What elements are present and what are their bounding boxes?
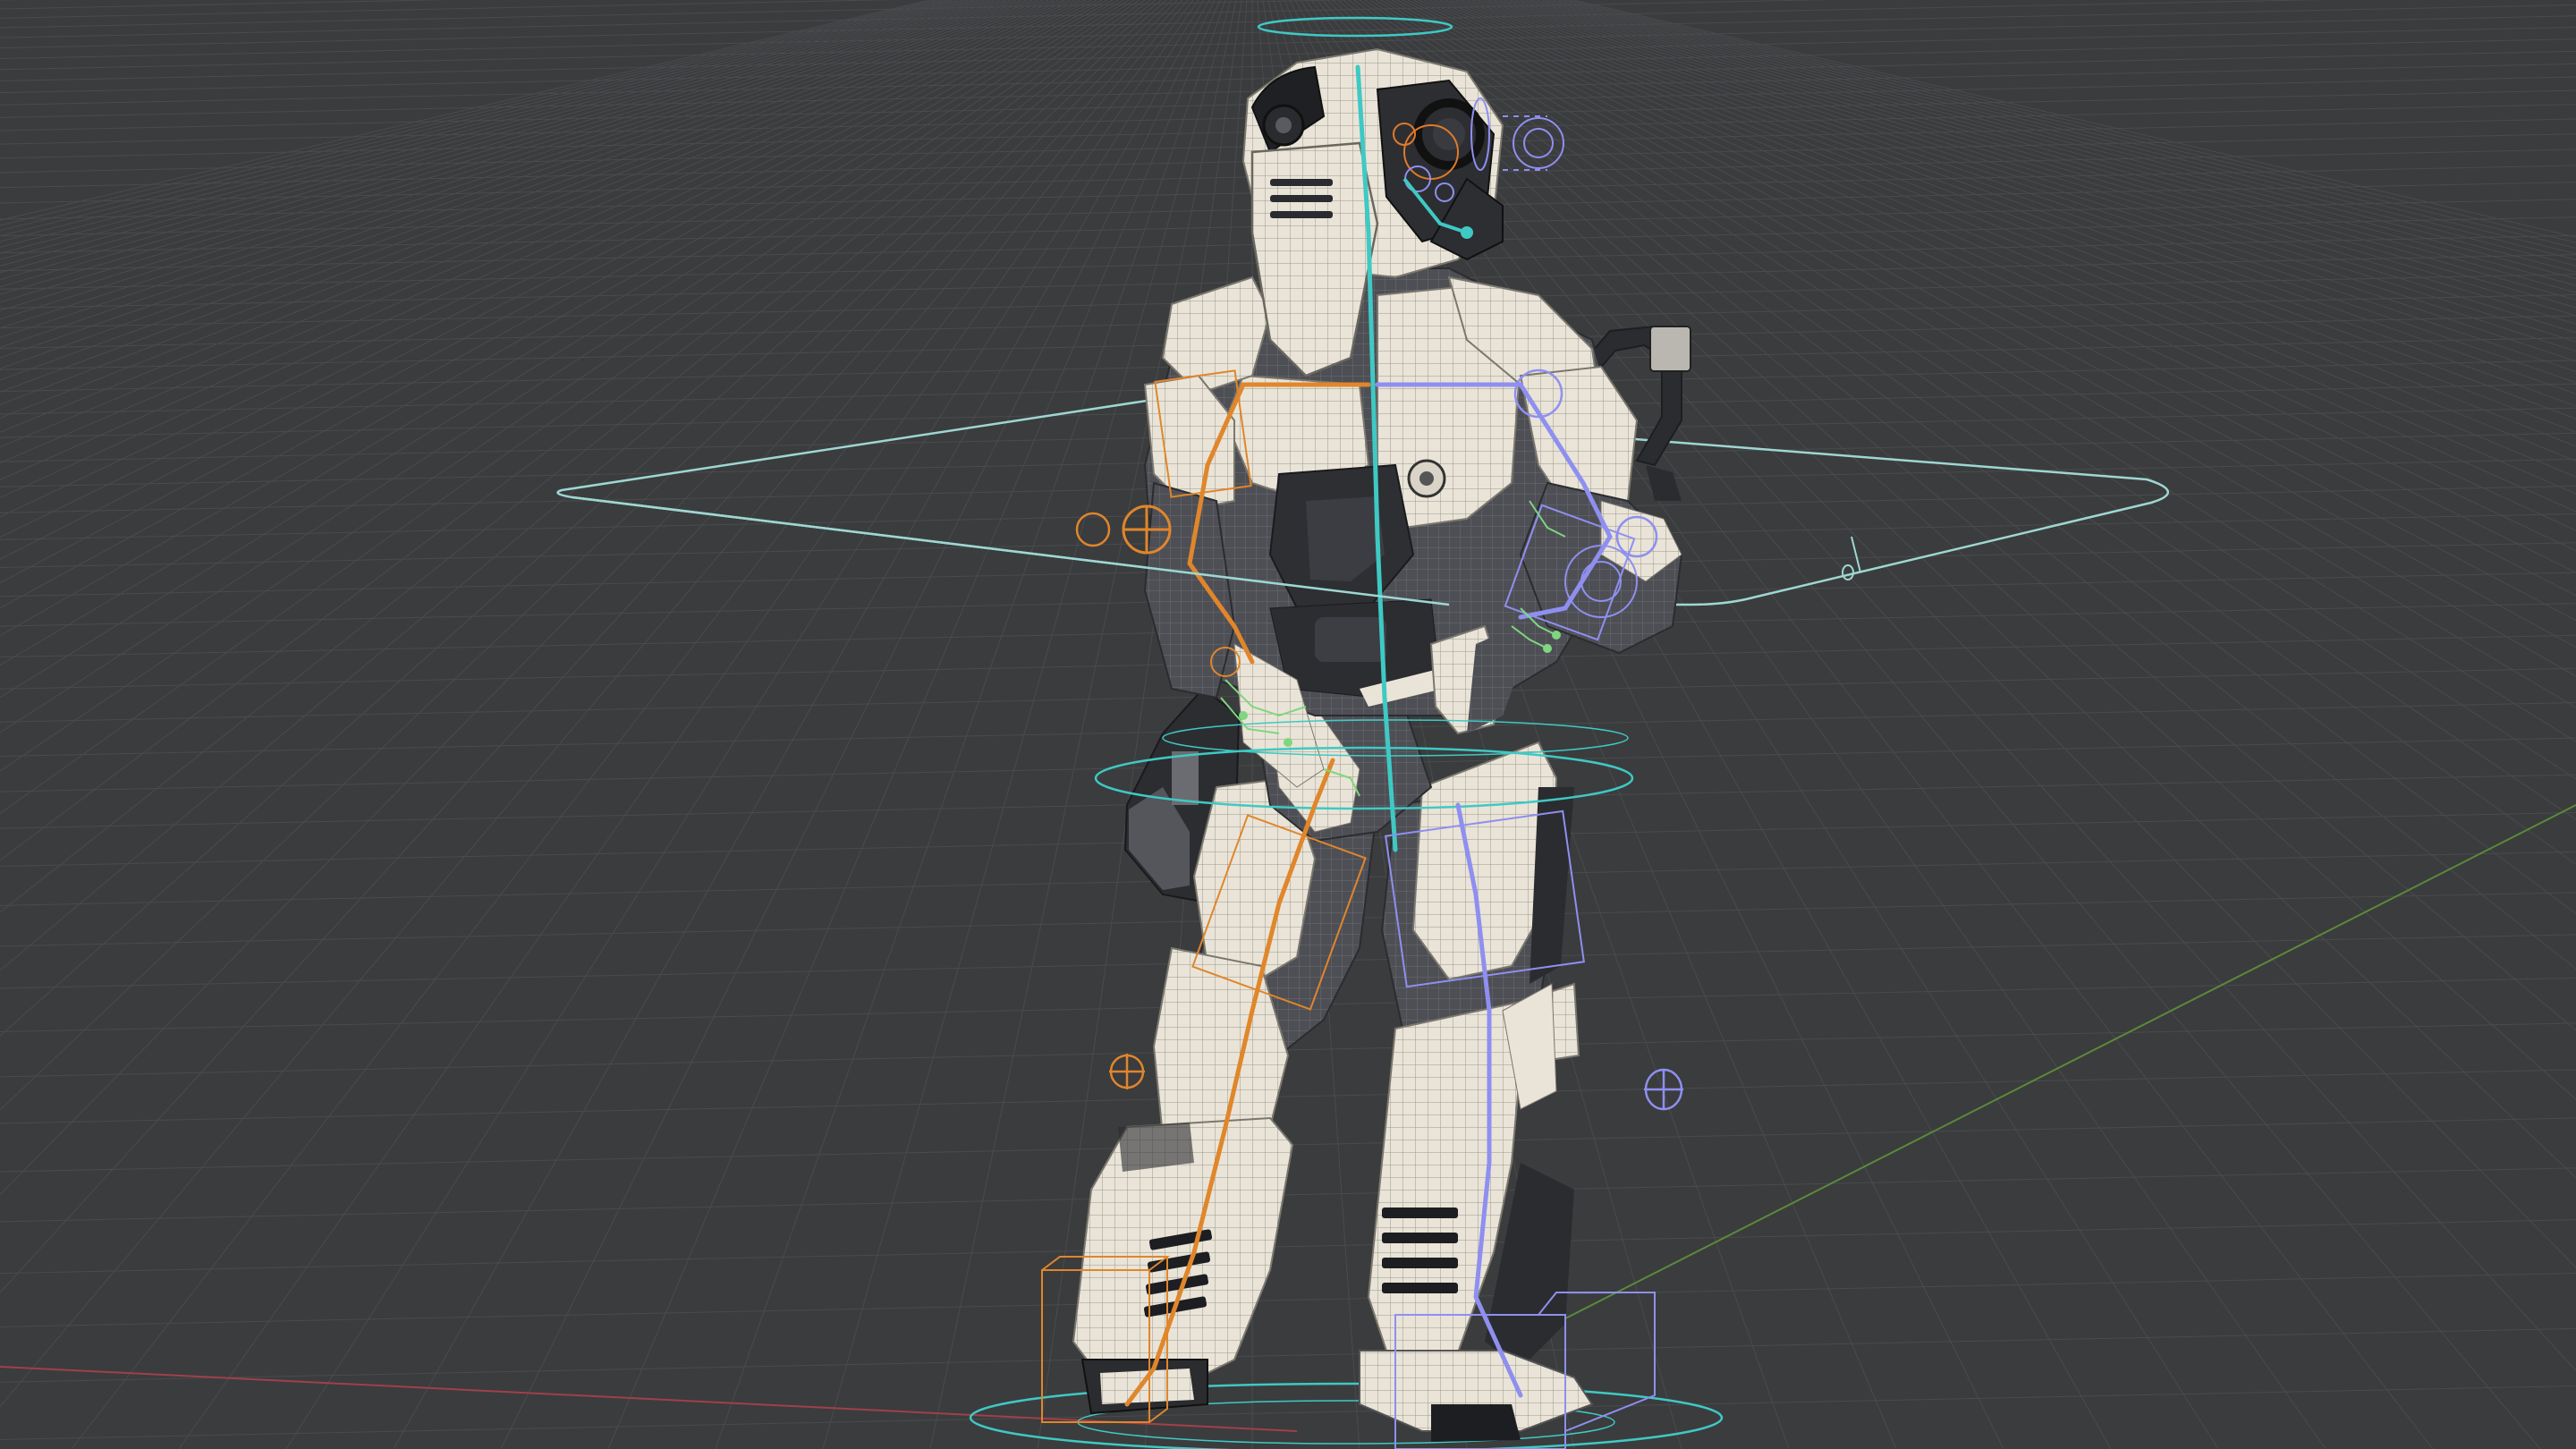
grid-line xyxy=(0,0,947,237)
grid-line xyxy=(0,0,1130,699)
grid-line xyxy=(0,1272,2576,1327)
grid-line xyxy=(0,0,1162,971)
grid-line xyxy=(0,0,1114,609)
grid-line xyxy=(0,0,979,274)
left-leg xyxy=(1072,767,1379,1415)
grid-line xyxy=(0,0,990,288)
grid-line xyxy=(0,0,1108,584)
grid-line xyxy=(1514,0,2576,309)
grid-line xyxy=(0,0,1167,1037)
grid-line xyxy=(0,0,996,295)
y-axis-line xyxy=(1466,804,2576,1369)
grid-line xyxy=(1493,0,2576,343)
grid-line xyxy=(0,0,942,232)
grid-line xyxy=(0,0,1065,433)
grid-line xyxy=(1525,0,2576,293)
grid-line xyxy=(0,1327,2576,1383)
grid-line xyxy=(0,0,931,221)
grid-line xyxy=(0,1167,2576,1223)
grid-line xyxy=(0,0,1124,666)
grid-line xyxy=(0,1219,2576,1275)
grid-line xyxy=(0,0,1146,815)
grid-line xyxy=(0,0,1071,448)
grid-line xyxy=(0,0,1157,913)
grid-line xyxy=(0,0,1119,637)
grid-line xyxy=(0,0,1001,303)
grid-line xyxy=(0,0,1103,560)
grid-line xyxy=(1520,0,2576,301)
grid-line xyxy=(0,0,1092,518)
3d-viewport[interactable] xyxy=(0,0,2576,1449)
grid-line xyxy=(0,0,1151,861)
grid-line xyxy=(1509,0,2576,317)
grid-line xyxy=(0,0,1006,311)
grid-line xyxy=(178,0,1199,1449)
grid-line xyxy=(0,0,953,242)
grid-line xyxy=(0,0,1081,480)
viewport-canvas[interactable] xyxy=(0,0,2576,1449)
root-control-ring[interactable] xyxy=(969,1382,1724,1449)
grid-line xyxy=(0,0,969,260)
grid-line xyxy=(0,15,2576,71)
grid-line xyxy=(0,0,958,248)
head-side-ring-icon xyxy=(1513,117,1564,169)
grid-line xyxy=(0,1069,2576,1124)
grid-line xyxy=(0,0,1087,499)
grid-line xyxy=(0,0,1173,1111)
grid-line xyxy=(1477,0,2576,373)
grid-line xyxy=(0,0,1135,733)
grid-line xyxy=(285,0,1205,1449)
grid-line xyxy=(1487,0,2576,352)
grid-line xyxy=(0,0,1097,538)
